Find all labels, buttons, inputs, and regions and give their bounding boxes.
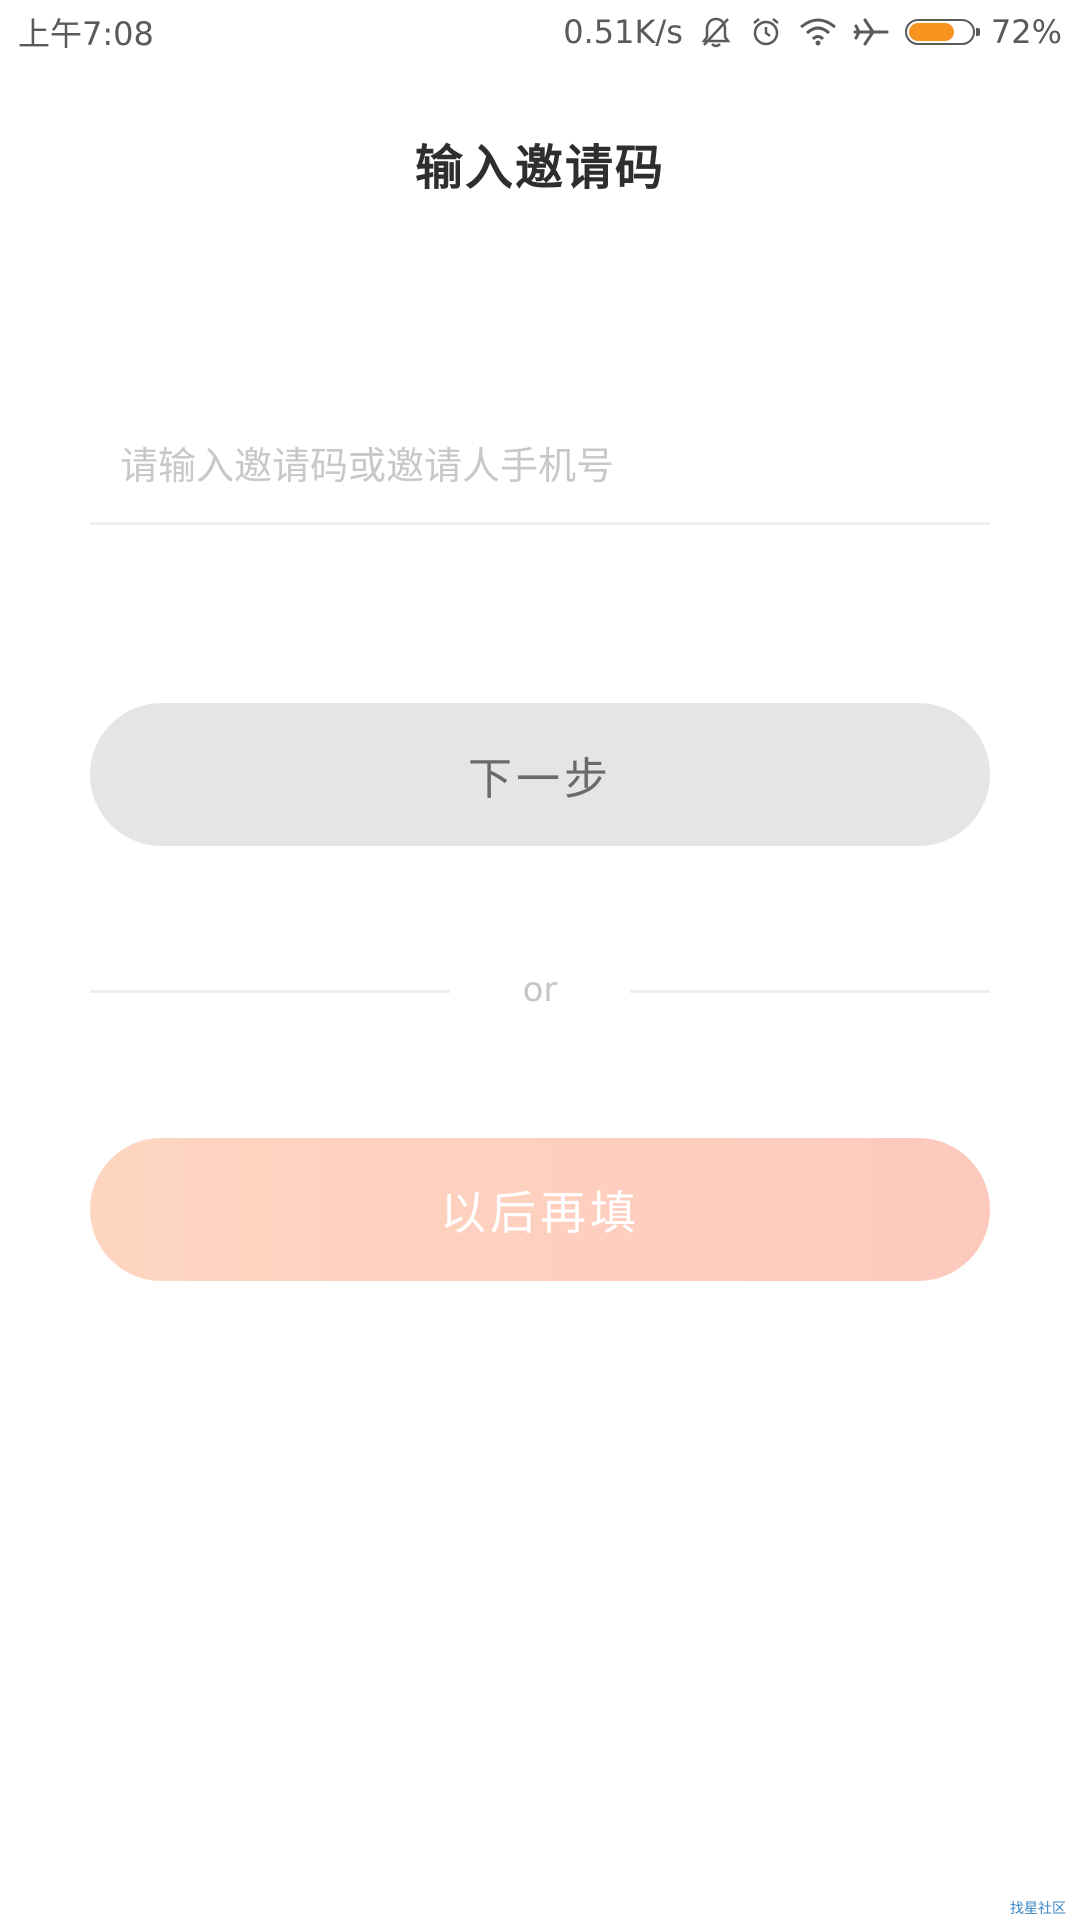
wifi-icon — [799, 17, 837, 47]
network-speed: 0.51K/s — [563, 13, 683, 51]
next-step-button[interactable]: 下一步 — [90, 703, 990, 846]
alarm-icon — [749, 15, 783, 49]
watermark-logo: 找星社区 — [1010, 1901, 1066, 1917]
invite-code-input[interactable] — [90, 410, 990, 522]
status-time: 上午7:08 — [18, 15, 154, 53]
invite-input-container — [90, 410, 990, 525]
invite-code-screen: 上午7:08 0.51K/s 72% 输入邀请码 请输入邀请码或邀请人手机号 下… — [0, 0, 1080, 1920]
divider-line-right — [630, 990, 990, 993]
status-bar: 上午7:08 0.51K/s 72% — [0, 0, 1080, 64]
or-divider: or — [90, 960, 990, 1020]
status-left: 上午7:08 — [18, 9, 154, 55]
fill-later-button[interactable]: 以后再填 — [90, 1138, 990, 1281]
battery-percent: 72% — [990, 13, 1062, 51]
page-title: 输入邀请码 — [414, 140, 665, 196]
status-right: 0.51K/s 72% — [563, 13, 1062, 51]
bell-muted-icon — [699, 15, 733, 49]
battery-icon — [904, 19, 980, 45]
airplane-icon — [853, 16, 889, 48]
